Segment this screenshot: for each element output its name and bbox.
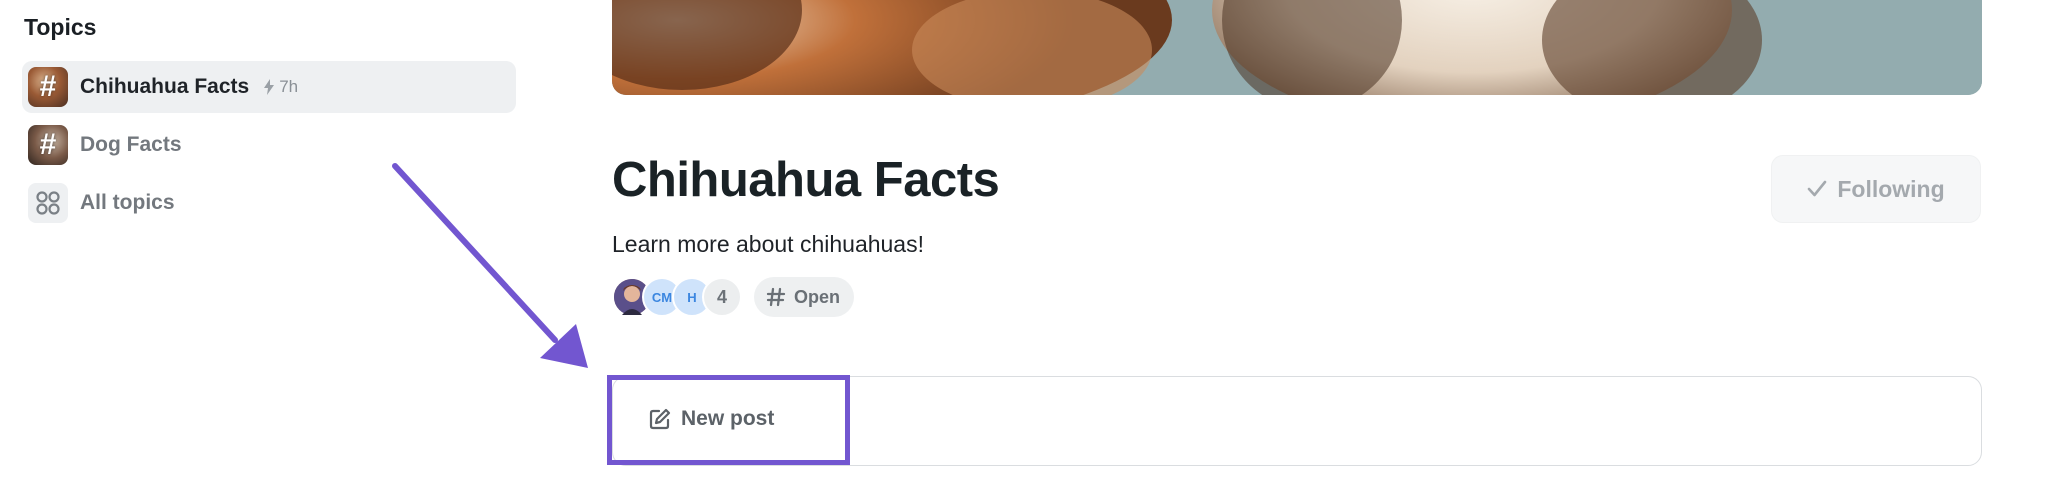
topic-banner-image xyxy=(612,0,1982,95)
hash-icon: # xyxy=(39,70,57,103)
topic-thumbnail: # xyxy=(28,125,68,165)
page-title: Chihuahua Facts xyxy=(612,153,1000,207)
hash-icon: # xyxy=(39,128,57,161)
checkmark-icon xyxy=(1808,180,1827,197)
sidebar-title: Topics xyxy=(24,14,97,40)
member-count[interactable]: 4 xyxy=(702,277,742,317)
topic-meta: CM H 4 Open xyxy=(612,276,855,318)
activity-time: 7h xyxy=(279,77,299,96)
topic-thumbnail: # xyxy=(28,67,68,107)
following-label: Following xyxy=(1837,175,1945,202)
annotation-arrow xyxy=(392,163,588,368)
visibility-badge: Open xyxy=(754,277,855,317)
sidebar-item-label: All topics xyxy=(80,191,175,214)
hash-icon xyxy=(766,287,786,307)
topic-description: Learn more about chihuahuas! xyxy=(612,231,924,257)
sidebar-item-label: Chihuahua Facts xyxy=(80,75,250,98)
sidebar-item-label: Dog Facts xyxy=(80,133,182,156)
following-button[interactable]: Following xyxy=(1771,155,1981,223)
grid-icon xyxy=(28,183,68,223)
bolt-icon xyxy=(264,79,275,95)
highlight-box xyxy=(607,375,850,465)
activity-badge: 7h xyxy=(263,77,298,97)
visibility-label: Open xyxy=(794,286,841,307)
sidebar-item-chihuahua-facts[interactable]: # Chihuahua Facts 7h xyxy=(22,61,516,113)
